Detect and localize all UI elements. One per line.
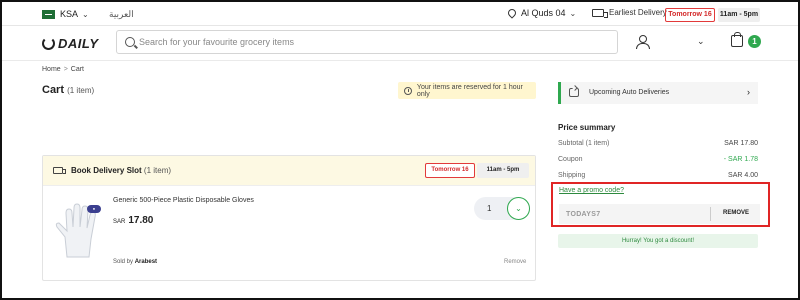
- shopping-bag-icon[interactable]: [731, 32, 743, 47]
- quantity-selector[interactable]: 1 ⌄: [474, 197, 530, 220]
- earliest-delivery-label: Earliest Delivery: [609, 8, 667, 17]
- repeat-icon: [569, 88, 579, 97]
- delivery-time-badge: 11am - 5pm: [718, 8, 760, 22]
- slot-title-text: Book Delivery Slot: [71, 166, 142, 175]
- breadcrumb-current: Cart: [70, 66, 85, 73]
- chevron-down-icon: ⌄: [82, 9, 89, 19]
- remove-item-button[interactable]: Remove: [504, 259, 526, 265]
- slot-item-count: (1 item): [143, 166, 172, 175]
- discount-success-banner: Hurray! You got a discount!: [558, 234, 758, 248]
- promo-remove-button[interactable]: REMOVE: [723, 210, 749, 216]
- location-selector[interactable]: Al Quds 04 ⌄: [506, 7, 577, 19]
- price-currency: SAR: [113, 219, 126, 225]
- summary-value: - SAR 1.78: [723, 156, 758, 163]
- summary-row-shipping: Shipping SAR 4.00: [558, 172, 758, 179]
- logo-mark-icon: [42, 37, 55, 50]
- slot-day-button[interactable]: Tomorrow 16: [425, 163, 475, 178]
- product-price: SAR 17.80: [113, 215, 153, 226]
- location-label: Al Quds 04: [521, 8, 566, 18]
- search-bar[interactable]: [116, 30, 618, 54]
- price-summary-title: Price summary: [558, 123, 616, 132]
- seller-name[interactable]: Arabest: [135, 259, 157, 265]
- breadcrumb: Home > Cart: [42, 66, 84, 73]
- language-switch[interactable]: العربية: [109, 9, 134, 20]
- brand-badge: ●: [87, 205, 101, 213]
- slot-time-button[interactable]: 11am - 5pm: [477, 163, 529, 178]
- promo-code-link[interactable]: Have a promo code?: [559, 187, 624, 194]
- country-label: KSA: [60, 9, 79, 19]
- noon-daily-logo[interactable]: DAILY: [42, 36, 99, 51]
- summary-row-coupon: Coupon - SAR 1.78: [558, 156, 758, 163]
- chevron-down-icon[interactable]: ⌄: [507, 197, 530, 220]
- summary-label: Coupon: [558, 156, 583, 163]
- summary-label: Shipping: [558, 172, 586, 179]
- account-chevron-down-icon[interactable]: ⌄: [697, 36, 705, 47]
- slot-title: Book Delivery Slot (1 item): [71, 166, 171, 175]
- summary-label: Subtotal (1 item): [558, 140, 610, 147]
- breadcrumb-separator: >: [63, 66, 68, 73]
- main-header: DAILY ⌄ 1: [2, 27, 798, 61]
- seller-info: Sold by Arabest: [113, 259, 157, 265]
- truck-icon: [592, 8, 608, 18]
- user-account-icon[interactable]: [636, 35, 650, 49]
- delivery-slot-card: Book Delivery Slot (1 item) Tomorrow 16 …: [42, 155, 536, 281]
- cart-title-text: Cart: [42, 84, 65, 96]
- promo-code-section: Have a promo code? REMOVE: [551, 182, 770, 227]
- cart-count-badge: 1: [748, 35, 761, 48]
- country-selector[interactable]: KSA ⌄: [42, 9, 89, 19]
- clock-icon: [404, 86, 412, 95]
- summary-value: SAR 17.80: [724, 140, 758, 147]
- delivery-slot-header[interactable]: Book Delivery Slot (1 item) Tomorrow 16 …: [43, 156, 535, 186]
- truck-icon: [53, 167, 66, 174]
- quantity-value: 1: [487, 204, 492, 213]
- breadcrumb-home[interactable]: Home: [42, 66, 61, 73]
- saudi-flag-icon: [42, 9, 55, 19]
- summary-value: SAR 4.00: [728, 172, 758, 179]
- top-bar: KSA ⌄ العربية Al Quds 04 ⌄ Earliest Deli…: [2, 2, 798, 26]
- delivery-day-badge: Tomorrow 16: [665, 8, 715, 22]
- search-icon: [125, 37, 135, 47]
- seller-label: Sold by: [113, 259, 134, 265]
- location-pin-icon: [506, 7, 518, 19]
- chevron-down-icon: ⌄: [569, 8, 577, 18]
- summary-row-subtotal: Subtotal (1 item) SAR 17.80: [558, 140, 758, 147]
- reservation-notice: Your items are reserved for 1 hour only: [398, 82, 536, 99]
- auto-deliveries-banner[interactable]: Upcoming Auto Deliveries ›: [558, 82, 758, 104]
- search-input[interactable]: [139, 34, 609, 50]
- chevron-right-icon: ›: [747, 87, 750, 97]
- price-amount: 17.80: [128, 215, 154, 226]
- cart-item-count: (1 item): [67, 86, 95, 95]
- reservation-text: Your items are reserved for 1 hour only: [416, 83, 523, 98]
- page-title: Cart (1 item): [42, 84, 94, 96]
- earliest-delivery: Earliest Delivery: [592, 8, 667, 18]
- auto-deliveries-label: Upcoming Auto Deliveries: [589, 89, 670, 96]
- logo-text: DAILY: [58, 36, 99, 51]
- product-name[interactable]: Generic 500-Piece Plastic Disposable Glo…: [113, 197, 254, 204]
- promo-divider: [710, 207, 711, 221]
